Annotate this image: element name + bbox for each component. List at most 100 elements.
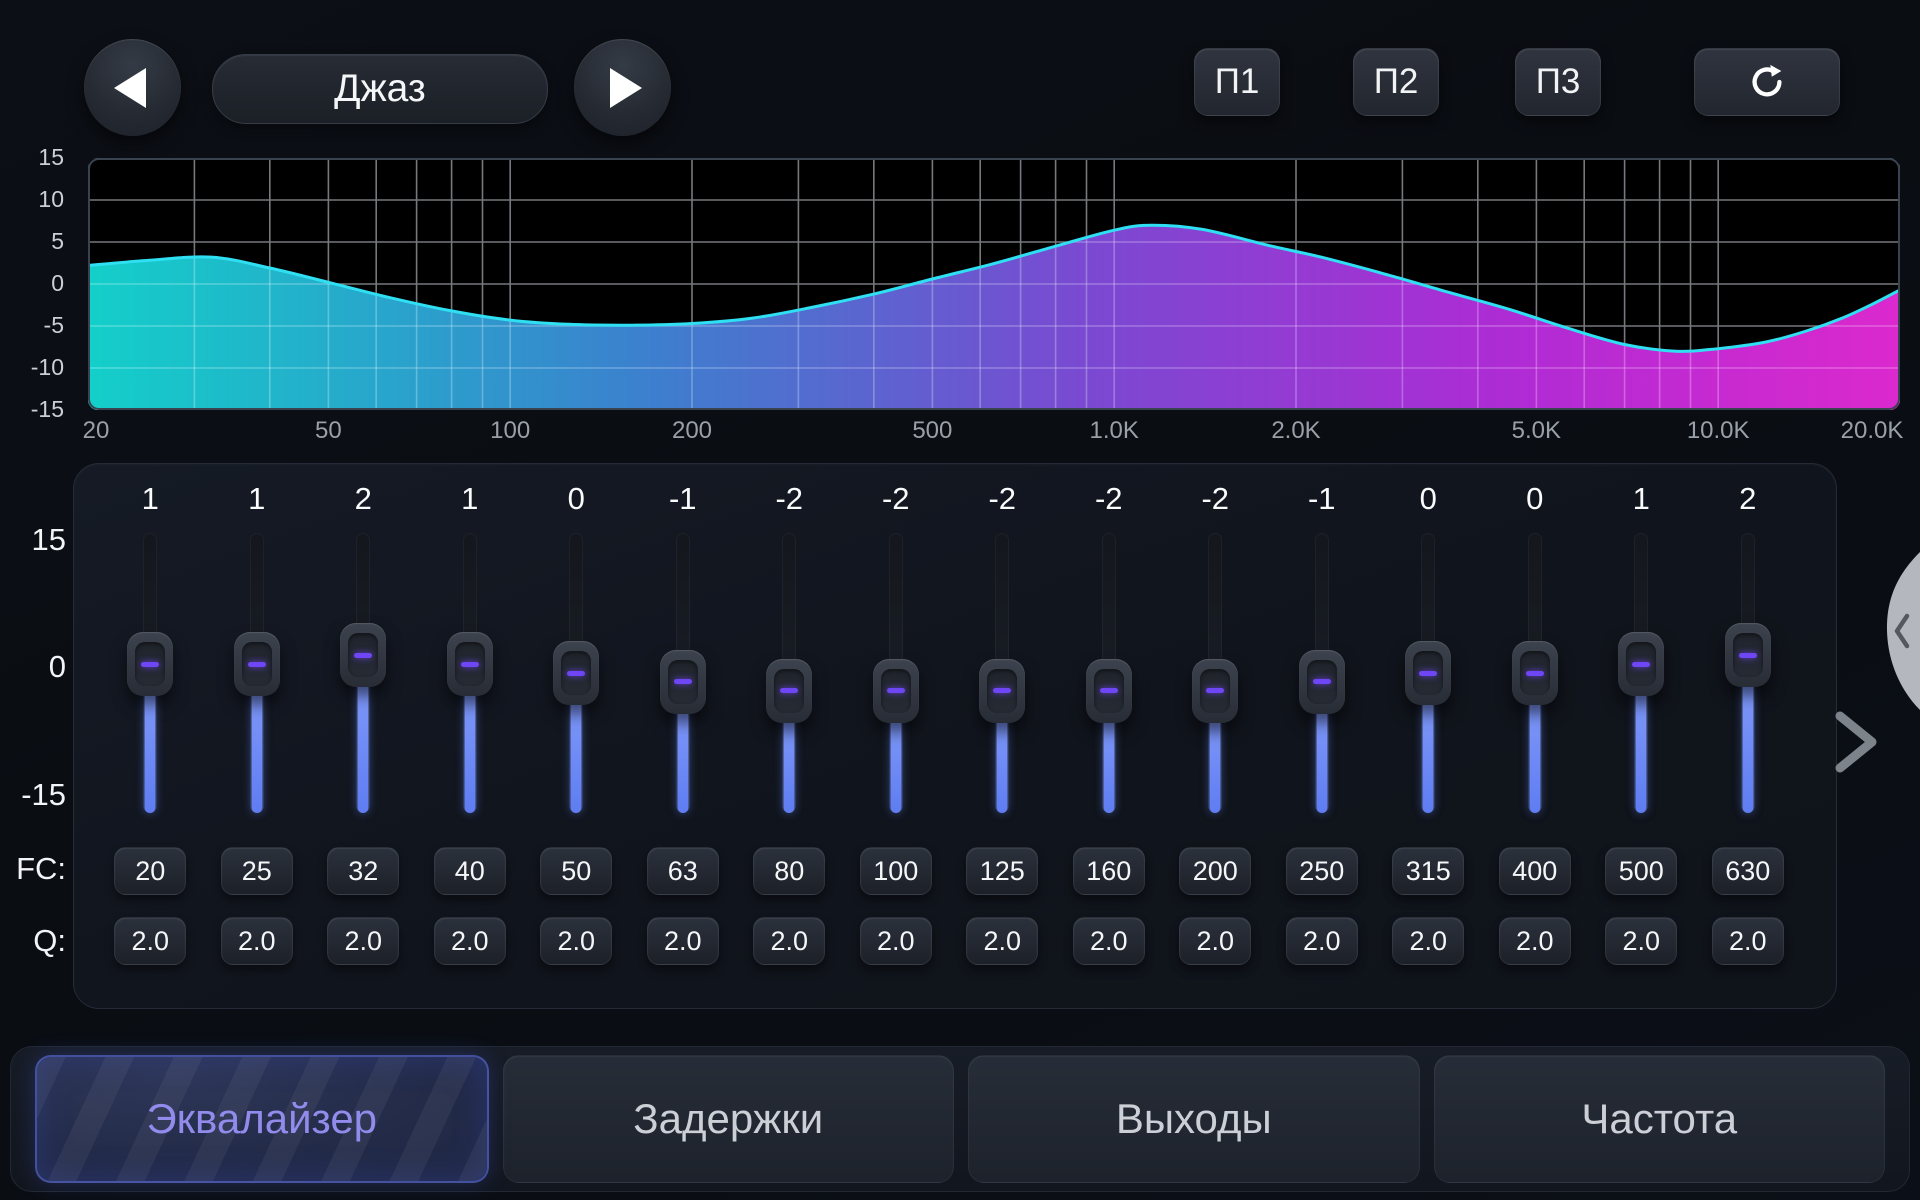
gain-scale-min-label: -15	[6, 777, 66, 813]
band-q-button[interactable]: 2.0	[1499, 917, 1571, 965]
slider-thumb-inner	[774, 669, 804, 713]
tab-outputs[interactable]: Выходы	[968, 1055, 1420, 1183]
band-fc-button[interactable]: 80	[753, 847, 825, 895]
slider-thumb-inner	[1733, 633, 1763, 677]
slider-thumb[interactable]	[1725, 623, 1771, 687]
slider-thumb[interactable]	[979, 659, 1025, 723]
band-gain-slider[interactable]	[1695, 533, 1802, 813]
band-gain-slider[interactable]	[97, 533, 204, 813]
eq-band-50: 0 50 2.0	[523, 463, 630, 965]
band-gain-slider[interactable]	[1588, 533, 1695, 813]
preset-name-label: Джаз	[334, 67, 426, 111]
band-fc-button[interactable]: 315	[1392, 847, 1464, 895]
gain-scale-zero-label: 0	[6, 649, 66, 685]
slider-thumb-dash-icon	[1419, 671, 1437, 676]
band-q-button[interactable]: 2.0	[647, 917, 719, 965]
memory-preset-button-2[interactable]: П2	[1353, 48, 1439, 116]
tab-frequency[interactable]: Частота	[1434, 1055, 1886, 1183]
preset-next-button[interactable]	[574, 39, 671, 136]
band-q-button[interactable]: 2.0	[1712, 917, 1784, 965]
memory-preset-button-1[interactable]: П1	[1194, 48, 1280, 116]
tab-equalizer[interactable]: Эквалайзер	[35, 1055, 489, 1183]
band-gain-slider[interactable]	[1056, 533, 1163, 813]
slider-thumb[interactable]	[1192, 659, 1238, 723]
preset-prev-button[interactable]	[84, 39, 181, 136]
tab-delays[interactable]: Задержки	[503, 1055, 955, 1183]
band-q-button[interactable]: 2.0	[114, 917, 186, 965]
band-fc-button[interactable]: 160	[1073, 847, 1145, 895]
band-q-button[interactable]: 2.0	[540, 917, 612, 965]
band-fc-button[interactable]: 25	[221, 847, 293, 895]
band-q-button[interactable]: 2.0	[753, 917, 825, 965]
band-fc-button[interactable]: 200	[1179, 847, 1251, 895]
preset-name-display[interactable]: Джаз	[212, 54, 548, 124]
slider-thumb[interactable]	[1512, 641, 1558, 705]
band-fc-button[interactable]: 20	[114, 847, 186, 895]
next-bands-button[interactable]	[1830, 708, 1882, 781]
gain-scale-max-label: 15	[6, 522, 66, 558]
tab-label: Задержки	[633, 1095, 823, 1143]
band-q-button[interactable]: 2.0	[434, 917, 506, 965]
band-q-button[interactable]: 2.0	[327, 917, 399, 965]
slider-thumb[interactable]	[1299, 650, 1345, 714]
eq-band-63: -1 63 2.0	[630, 463, 737, 965]
memory-preset-button-3[interactable]: П3	[1515, 48, 1601, 116]
tab-label: Выходы	[1116, 1095, 1272, 1143]
chart-y-tick-label: -15	[4, 396, 64, 423]
band-gain-slider[interactable]	[1482, 533, 1589, 813]
band-gain-slider[interactable]	[1269, 533, 1376, 813]
band-q-button[interactable]: 2.0	[1605, 917, 1677, 965]
slider-thumb[interactable]	[766, 659, 812, 723]
band-fc-button[interactable]: 630	[1712, 847, 1784, 895]
band-fc-button[interactable]: 40	[434, 847, 506, 895]
slider-thumb[interactable]	[1086, 659, 1132, 723]
band-q-button[interactable]: 2.0	[1073, 917, 1145, 965]
slider-thumb[interactable]	[234, 632, 280, 696]
band-gain-slider[interactable]	[843, 533, 950, 813]
band-fc-button[interactable]: 400	[1499, 847, 1571, 895]
band-gain-slider[interactable]	[417, 533, 524, 813]
slider-thumb[interactable]	[447, 632, 493, 696]
band-fc-button[interactable]: 500	[1605, 847, 1677, 895]
band-gain-slider[interactable]	[1162, 533, 1269, 813]
side-drawer-handle[interactable]	[1858, 552, 1920, 717]
band-gain-slider[interactable]	[204, 533, 311, 813]
band-fc-button[interactable]: 32	[327, 847, 399, 895]
chart-y-tick-label: 0	[4, 270, 64, 297]
band-fc-button[interactable]: 125	[966, 847, 1038, 895]
slider-thumb-inner	[1520, 651, 1550, 695]
slider-thumb[interactable]	[340, 623, 386, 687]
band-q-button[interactable]: 2.0	[1286, 917, 1358, 965]
slider-thumb[interactable]	[553, 641, 599, 705]
band-gain-slider[interactable]	[1375, 533, 1482, 813]
band-gain-slider[interactable]	[630, 533, 737, 813]
band-gain-slider[interactable]	[949, 533, 1056, 813]
chart-y-tick-label: 5	[4, 228, 64, 255]
band-fc-button[interactable]: 250	[1286, 847, 1358, 895]
band-q-button[interactable]: 2.0	[1392, 917, 1464, 965]
band-gain-value: 1	[248, 479, 265, 519]
band-gain-value: -1	[1308, 479, 1336, 519]
band-q-button[interactable]: 2.0	[221, 917, 293, 965]
band-gain-slider[interactable]	[736, 533, 843, 813]
band-fc-button[interactable]: 50	[540, 847, 612, 895]
slider-fill	[251, 690, 262, 813]
slider-thumb-inner	[1413, 651, 1443, 695]
slider-thumb[interactable]	[1405, 641, 1451, 705]
slider-thumb[interactable]	[127, 632, 173, 696]
eq-bands-row: 1 20 2.0 1 25 2.0 2	[97, 463, 1801, 965]
band-q-button[interactable]: 2.0	[966, 917, 1038, 965]
slider-thumb[interactable]	[873, 659, 919, 723]
slider-thumb[interactable]	[660, 650, 706, 714]
band-q-button[interactable]: 2.0	[860, 917, 932, 965]
slider-thumb-dash-icon	[354, 653, 372, 658]
slider-thumb-dash-icon	[1313, 679, 1331, 684]
band-gain-slider[interactable]	[310, 533, 417, 813]
band-fc-button[interactable]: 100	[860, 847, 932, 895]
reset-button[interactable]	[1694, 48, 1840, 116]
band-q-button[interactable]: 2.0	[1179, 917, 1251, 965]
band-fc-button[interactable]: 63	[647, 847, 719, 895]
band-gain-slider[interactable]	[523, 533, 630, 813]
slider-thumb-inner	[1307, 660, 1337, 704]
slider-thumb[interactable]	[1618, 632, 1664, 696]
